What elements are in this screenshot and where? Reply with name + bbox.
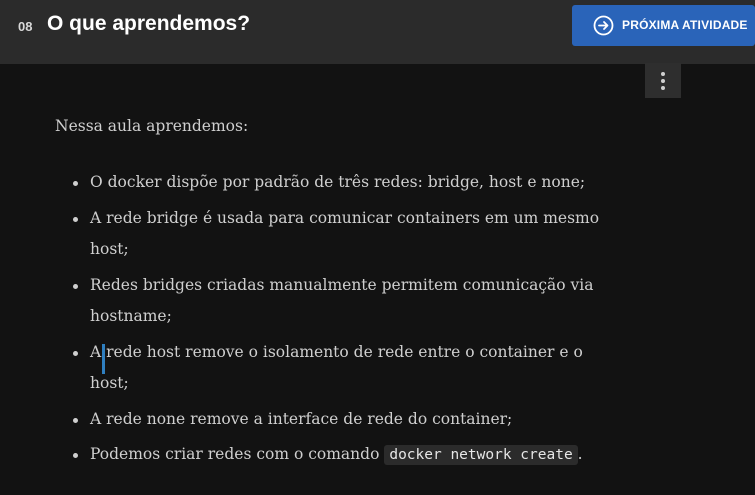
next-activity-label: PRÓXIMA ATIVIDADE [622,18,748,32]
list-item: Redes bridges criadas manualmente permit… [73,270,610,333]
text-cursor-anchor: A [90,343,105,374]
page-title: O que aprendemos? [47,12,251,35]
lesson-content: Nessa aula aprendemos: O docker dispõe p… [55,113,645,476]
lesson-number: 08 [18,19,33,34]
inline-code: docker network create [384,445,578,465]
text-cursor [102,343,105,374]
next-activity-button[interactable]: PRÓXIMA ATIVIDADE [572,5,755,46]
list-item: A rede host remove o isolamento de rede … [73,337,610,400]
list-item: O docker dispõe por padrão de três redes… [73,167,610,199]
list-item: A rede none remove a interface de rede d… [73,404,610,436]
more-options-button[interactable] [645,63,681,98]
arrow-right-circle-icon [593,15,614,36]
list-item: A rede bridge é usada para comunicar con… [73,203,610,266]
list-item: Podemos criar redes com o comando docker… [73,439,610,472]
top-bar: 08 O que aprendemos? PRÓXIMA ATIVIDADE [0,0,755,64]
intro-text: Nessa aula aprendemos: [55,117,249,135]
summary-list: O docker dispõe por padrão de três redes… [55,167,645,472]
more-vertical-icon [661,72,665,76]
